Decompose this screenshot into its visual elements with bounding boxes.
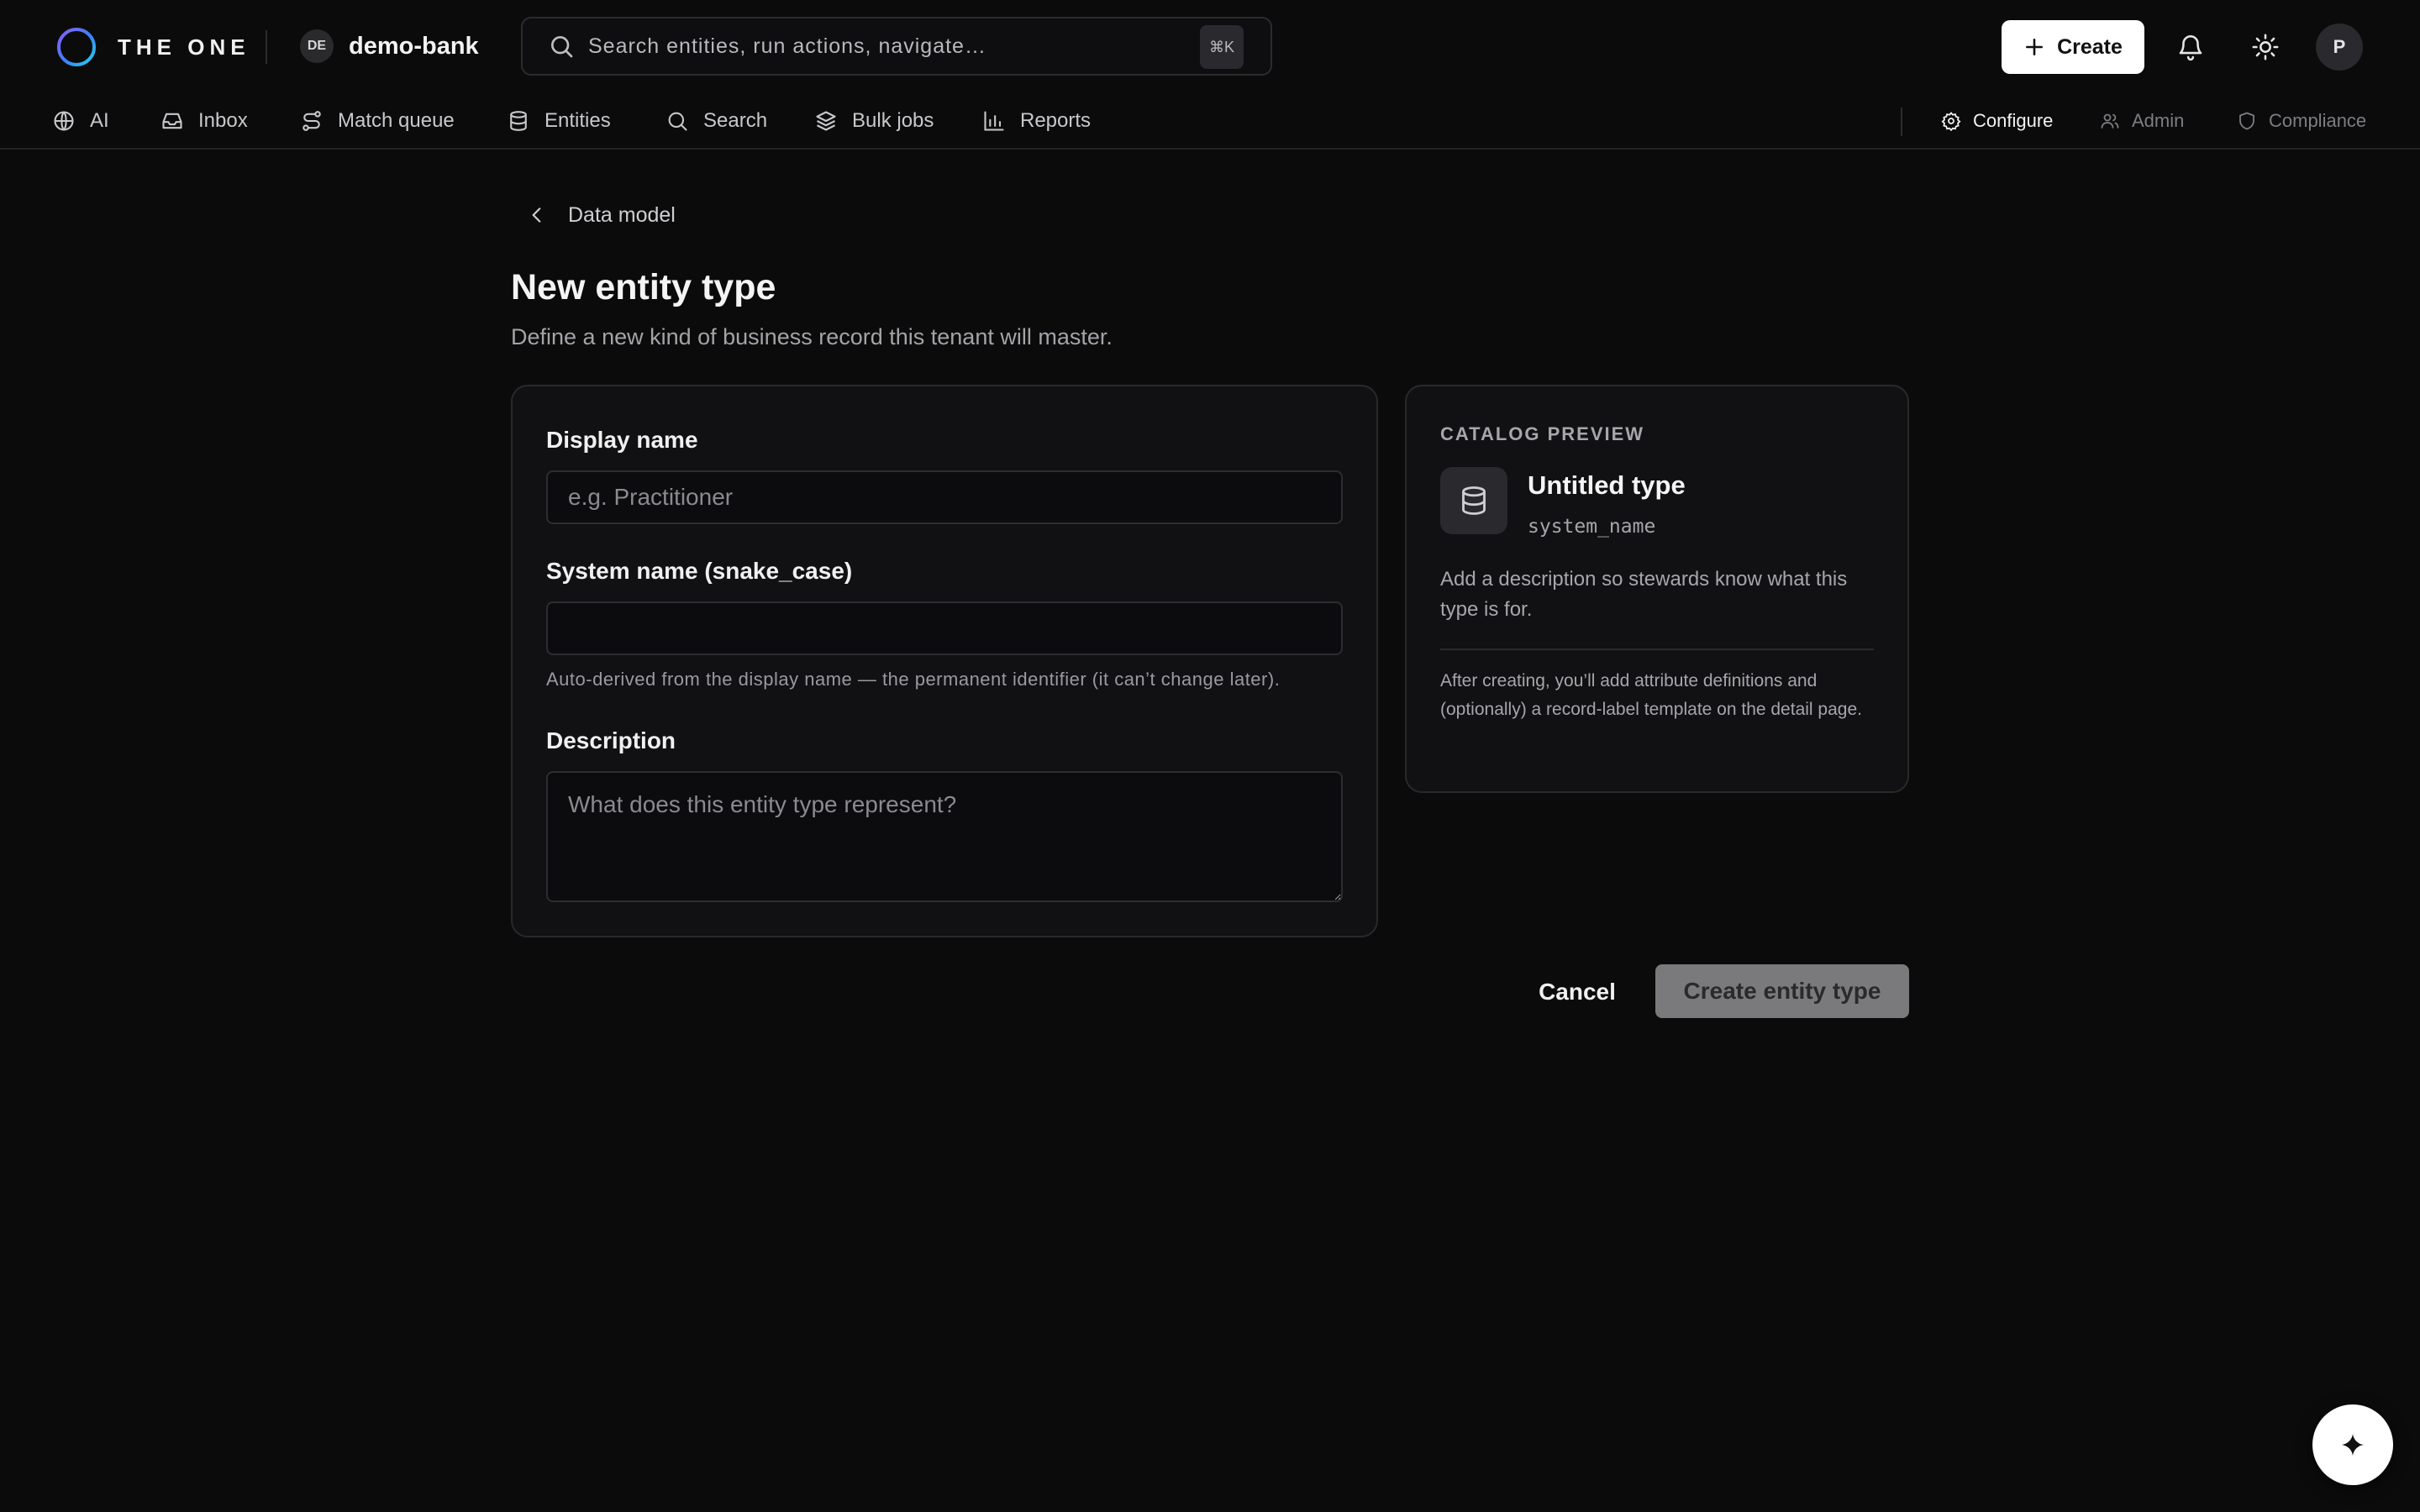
layers-icon: [816, 111, 836, 131]
system-name-label: System name (snake_case): [546, 558, 853, 584]
inbox-icon: [162, 113, 182, 129]
display-name-input[interactable]: [546, 470, 1343, 524]
preview-system-name: system_name: [1528, 516, 1656, 538]
catalog-preview-card: CATALOG PREVIEW Untitled type system_nam…: [1405, 385, 1909, 793]
user-avatar[interactable]: P: [2316, 24, 2363, 71]
back-to-data-model-link[interactable]: Data model: [526, 198, 676, 232]
theme-toggle-button[interactable]: [2244, 25, 2287, 69]
create-button-label: Create: [2057, 34, 2123, 59]
nav-item-inbox[interactable]: Inbox: [160, 104, 248, 138]
catalog-preview-heading: CATALOG PREVIEW: [1440, 423, 1645, 444]
nav-divider: [1901, 108, 1902, 136]
header-divider: [266, 30, 267, 64]
preview-divider: [1440, 648, 1874, 650]
global-search-input[interactable]: Search entities, run actions, navigate… …: [521, 17, 1272, 76]
search-shortcut-badge: ⌘K: [1200, 25, 1244, 69]
description-textarea[interactable]: [546, 771, 1343, 902]
nav-item-label: Configure: [1973, 110, 2054, 131]
nav-item-bulk-jobs[interactable]: Bulk jobs: [814, 104, 934, 138]
top-header: THE ONE DE demo-bank Search entities, ru…: [0, 0, 2420, 92]
brand-name: THE ONE: [118, 34, 250, 60]
preview-type-icon-tile: [1440, 467, 1507, 534]
shield-icon: [2239, 112, 2254, 130]
chevron-left-icon: [532, 207, 541, 223]
system-name-input[interactable]: [546, 601, 1343, 655]
nav-item-label: Inbox: [198, 109, 248, 132]
back-link-label: Data model: [568, 202, 676, 227]
users-icon: [2101, 113, 2119, 129]
page-subtitle: Define a new kind of business record thi…: [511, 324, 1113, 349]
nav-item-label: AI: [90, 109, 109, 132]
preview-type-name: Untitled type: [1528, 470, 1686, 500]
gear-icon: [1941, 112, 1961, 131]
preview-next-steps-note: After creating, you’ll add attribute def…: [1440, 671, 1862, 719]
create-entity-type-button[interactable]: Create entity type: [1655, 964, 1909, 1018]
nav-item-compliance[interactable]: Compliance: [2237, 104, 2366, 138]
description-label: Description: [546, 727, 676, 753]
nav-item-entities[interactable]: Entities: [507, 104, 611, 138]
nav-item-ai[interactable]: AI: [52, 104, 109, 138]
nav-item-label: Admin: [2132, 110, 2185, 131]
preview-description: Add a description so stewards know what …: [1440, 568, 1848, 621]
database-icon: [1462, 486, 1486, 515]
bell-icon: [2179, 35, 2202, 61]
nav-item-search[interactable]: Search: [666, 104, 767, 138]
system-name-hint: Auto-derived from the display name — the…: [546, 669, 1281, 690]
display-name-label: Display name: [546, 427, 698, 453]
nav-item-label: Match queue: [338, 109, 455, 132]
main-nav: AI Inbox Match queue Entities Search Bul…: [0, 92, 2420, 150]
nav-item-configure[interactable]: Configure: [1941, 104, 2053, 138]
search-icon: [668, 112, 687, 131]
brand-logo-icon: [57, 28, 96, 66]
ai-assistant-button[interactable]: [2312, 1404, 2393, 1485]
nav-item-admin[interactable]: Admin: [2100, 104, 2184, 138]
nav-item-label: Search: [703, 109, 768, 132]
search-icon: [551, 36, 573, 58]
nav-item-label: Compliance: [2269, 110, 2367, 131]
nav-item-label: Bulk jobs: [852, 109, 934, 132]
route-icon: [302, 111, 321, 131]
create-button[interactable]: Create: [2002, 20, 2144, 74]
cancel-button[interactable]: Cancel: [1523, 966, 1632, 1018]
tenant-name: demo-bank: [349, 32, 479, 60]
tenant-badge: DE: [300, 29, 334, 63]
brand[interactable]: THE ONE: [55, 25, 250, 69]
plus-icon: [2026, 39, 2044, 55]
nav-item-match-queue[interactable]: Match queue: [300, 104, 455, 138]
search-placeholder: Search entities, run actions, navigate…: [588, 34, 986, 58]
database-icon: [510, 111, 527, 131]
page-title: New entity type: [511, 267, 776, 307]
nav-item-reports[interactable]: Reports: [982, 104, 1091, 138]
bar-chart-icon: [984, 111, 1004, 131]
entity-type-form: Display name System name (snake_case) Au…: [511, 385, 1378, 937]
sparkle-icon: [2341, 1433, 2365, 1457]
nav-item-label: Entities: [544, 109, 611, 132]
nav-item-label: Reports: [1020, 109, 1092, 132]
sun-icon: [2252, 34, 2279, 60]
notifications-button[interactable]: [2169, 25, 2212, 69]
tenant-switcher[interactable]: DE demo-bank: [300, 29, 479, 63]
globe-icon: [54, 111, 74, 131]
